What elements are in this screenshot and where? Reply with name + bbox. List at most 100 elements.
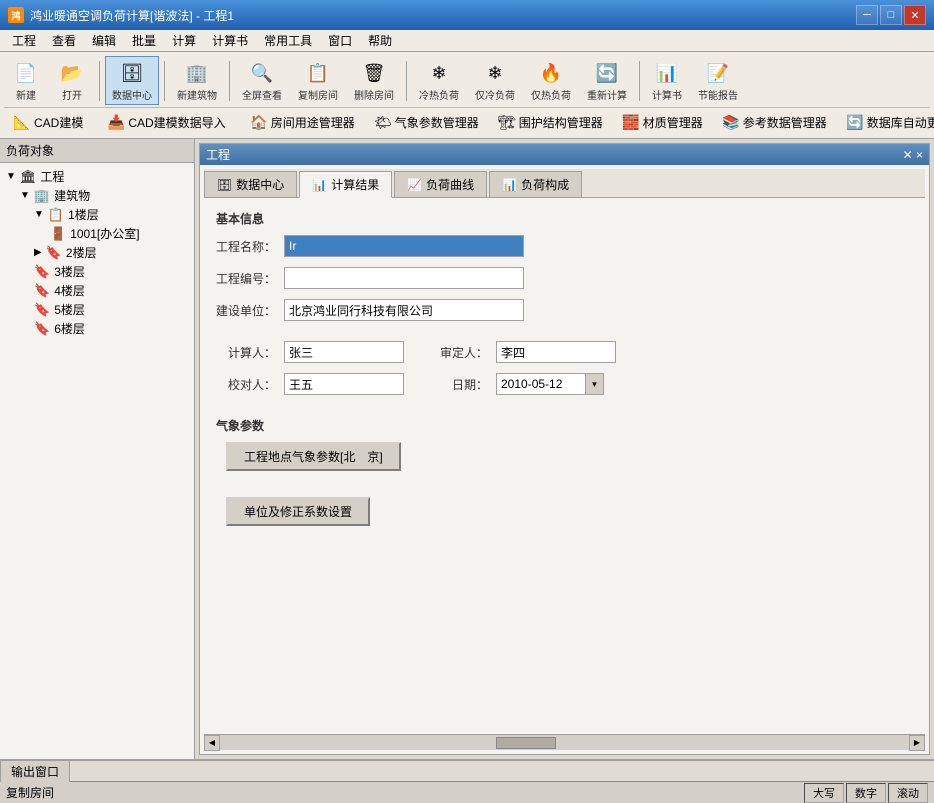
dbupdate-button[interactable]: 🔄 数据库自动更新 bbox=[837, 109, 934, 135]
tree-root[interactable]: ▼ 🏛 工程 bbox=[4, 167, 190, 186]
company-input[interactable] bbox=[284, 299, 524, 321]
deleteroom-label: 删除房间 bbox=[354, 87, 394, 102]
open-button[interactable]: 📂 打开 bbox=[50, 56, 94, 105]
recalc-button[interactable]: 🔄 重新计算 bbox=[580, 56, 634, 105]
menu-help[interactable]: 帮助 bbox=[360, 30, 400, 51]
tab-loadcurve-icon: 📈 bbox=[407, 178, 422, 192]
tree-area[interactable]: ▼ 🏛 工程 ▼ 🏢 建筑物 ▼ 📋 1楼层 🚪 1001[办公室] ▶ 🔖 bbox=[0, 163, 194, 759]
tree-floor3[interactable]: 🔖 3楼层 bbox=[4, 262, 190, 281]
inner-window-close-button[interactable]: ✕ × bbox=[903, 148, 923, 162]
separator-5 bbox=[639, 61, 640, 101]
coolonly-label: 仅冷负荷 bbox=[475, 87, 515, 102]
menu-edit[interactable]: 编辑 bbox=[84, 30, 124, 51]
deleteroom-button[interactable]: 🗑 删除房间 bbox=[347, 56, 401, 105]
tree-floor4[interactable]: 🔖 4楼层 bbox=[4, 281, 190, 300]
fullscreen-button[interactable]: 🔍 全屏查看 bbox=[235, 56, 289, 105]
project-name-row: 工程名称： bbox=[216, 235, 913, 257]
tab-datacenter[interactable]: 🗄 数据中心 bbox=[204, 171, 297, 197]
window-title: 鸿业暖通空调负荷计算[谐波法] - 工程1 bbox=[30, 7, 234, 24]
menu-view[interactable]: 查看 bbox=[44, 30, 84, 51]
new-button[interactable]: 📄 新建 bbox=[4, 56, 48, 105]
tree-floor2[interactable]: ▶ 🔖 2楼层 bbox=[4, 243, 190, 262]
calculator-input[interactable] bbox=[284, 341, 404, 363]
copyroom-icon: 📋 bbox=[304, 59, 332, 87]
newbuilding-button[interactable]: 🏢 新建筑物 bbox=[170, 56, 224, 105]
tree-icon-floor2: 🔖 bbox=[46, 245, 62, 261]
left-panel: 负荷对象 ▼ 🏛 工程 ▼ 🏢 建筑物 ▼ 📋 1楼层 🚪 1001[办公室] bbox=[0, 139, 195, 759]
tree-icon-floor6: 🔖 bbox=[34, 321, 50, 337]
menu-calc[interactable]: 计算 bbox=[164, 30, 204, 51]
menu-window[interactable]: 窗口 bbox=[320, 30, 360, 51]
cadmodel-button[interactable]: 📐 CAD建模 bbox=[4, 109, 92, 135]
minimize-button[interactable]: ─ bbox=[856, 5, 878, 25]
refdata-button[interactable]: 📚 参考数据管理器 bbox=[713, 109, 836, 135]
separator-1 bbox=[99, 61, 100, 101]
status-left-text: 复制房间 bbox=[6, 784, 54, 801]
scroll-thumb[interactable] bbox=[496, 737, 556, 749]
tree-icon-floor5: 🔖 bbox=[34, 302, 50, 318]
date-dropdown-button[interactable]: ▼ bbox=[586, 373, 604, 395]
weather-button[interactable]: 🌤 气象参数管理器 bbox=[365, 109, 488, 135]
tree-building[interactable]: ▼ 🏢 建筑物 bbox=[4, 186, 190, 205]
material-button[interactable]: 🧱 材质管理器 bbox=[613, 109, 712, 135]
heatonly-button[interactable]: 🔥 仅热负荷 bbox=[524, 56, 578, 105]
scroll-right-button[interactable]: ▶ bbox=[909, 735, 925, 751]
checker-input[interactable] bbox=[284, 373, 404, 395]
calc-reviewer-row: 计算人： 审定人： bbox=[216, 341, 913, 363]
tree-label-floor1: 1楼层 bbox=[68, 206, 99, 223]
menu-project[interactable]: 工程 bbox=[4, 30, 44, 51]
scroll-indicator: 滚动 bbox=[888, 783, 928, 803]
menu-calcbook[interactable]: 计算书 bbox=[204, 30, 256, 51]
reviewer-input[interactable] bbox=[496, 341, 616, 363]
datacenter-label: 数据中心 bbox=[112, 87, 152, 102]
units-settings-button[interactable]: 单位及修正系数设置 bbox=[226, 497, 370, 526]
roomuse-button[interactable]: 🏠 房间用途管理器 bbox=[241, 109, 364, 135]
title-bar: 鸿 鸿业暖通空调负荷计算[谐波法] - 工程1 ─ □ ✕ bbox=[0, 0, 934, 30]
horizontal-scrollbar[interactable]: ◀ ▶ bbox=[204, 734, 925, 750]
cadimport-button[interactable]: 📥 CAD建模数据导入 bbox=[98, 109, 234, 135]
scroll-left-button[interactable]: ◀ bbox=[204, 735, 220, 751]
tree-floor1[interactable]: ▼ 📋 1楼层 bbox=[4, 205, 190, 224]
tab-calcresult[interactable]: 📊 计算结果 bbox=[299, 171, 392, 198]
tab-loadcomp-icon: 📊 bbox=[502, 178, 517, 192]
recalc-icon: 🔄 bbox=[593, 59, 621, 87]
project-code-input[interactable] bbox=[284, 267, 524, 289]
coolonly-button[interactable]: ❄ 仅冷负荷 bbox=[468, 56, 522, 105]
tree-floor5[interactable]: 🔖 5楼层 bbox=[4, 300, 190, 319]
project-name-input[interactable] bbox=[284, 235, 524, 257]
coolheatload-button[interactable]: ❄ 冷热负荷 bbox=[412, 56, 466, 105]
tree-icon-room1001: 🚪 bbox=[50, 226, 66, 242]
calcbook-button[interactable]: 📊 计算书 bbox=[645, 56, 689, 105]
cadimport-icon: 📥 bbox=[107, 113, 125, 131]
date-input-wrap: ▼ bbox=[496, 373, 604, 395]
tree-room1001[interactable]: 🚪 1001[办公室] bbox=[4, 224, 190, 243]
weather-params-button[interactable]: 工程地点气象参数[北 京] bbox=[226, 442, 401, 471]
heatonly-label: 仅热负荷 bbox=[531, 87, 571, 102]
datacenter-button[interactable]: 🗄 数据中心 bbox=[105, 56, 159, 105]
toolbar-row-2: 📐 CAD建模 📥 CAD建模数据导入 🏠 房间用途管理器 🌤 气象参数管理器 … bbox=[4, 107, 930, 136]
close-button[interactable]: ✕ bbox=[904, 5, 926, 25]
energyreport-button[interactable]: 📝 节能报告 bbox=[691, 56, 745, 105]
envelope-button[interactable]: 🏗 围护结构管理器 bbox=[489, 109, 612, 135]
menu-batch[interactable]: 批量 bbox=[124, 30, 164, 51]
right-panel: 工程 ✕ × 🗄 数据中心 📊 计算结果 📈 bbox=[195, 139, 934, 759]
output-tab[interactable]: 输出窗口 bbox=[0, 760, 70, 782]
envelope-icon: 🏗 bbox=[498, 113, 516, 131]
scroll-track[interactable] bbox=[220, 736, 909, 750]
coolheatload-label: 冷热负荷 bbox=[419, 87, 459, 102]
inner-window-title-text: 工程 bbox=[206, 146, 230, 163]
date-input[interactable] bbox=[496, 373, 586, 395]
tab-loadcurve[interactable]: 📈 负荷曲线 bbox=[394, 171, 487, 197]
coolonly-icon: ❄ bbox=[481, 59, 509, 87]
tab-loadcomp[interactable]: 📊 负荷构成 bbox=[489, 171, 582, 197]
tree-label-floor2: 2楼层 bbox=[66, 244, 97, 261]
material-icon: 🧱 bbox=[622, 113, 640, 131]
menu-tools[interactable]: 常用工具 bbox=[256, 30, 320, 51]
maximize-button[interactable]: □ bbox=[880, 5, 902, 25]
tree-floor6[interactable]: 🔖 6楼层 bbox=[4, 319, 190, 338]
date-label: 日期： bbox=[428, 376, 488, 393]
recalc-label: 重新计算 bbox=[587, 87, 627, 102]
basic-info-title: 基本信息 bbox=[216, 210, 913, 227]
copyroom-button[interactable]: 📋 复制房间 bbox=[291, 56, 345, 105]
expand-icon-building: ▼ bbox=[20, 190, 30, 201]
